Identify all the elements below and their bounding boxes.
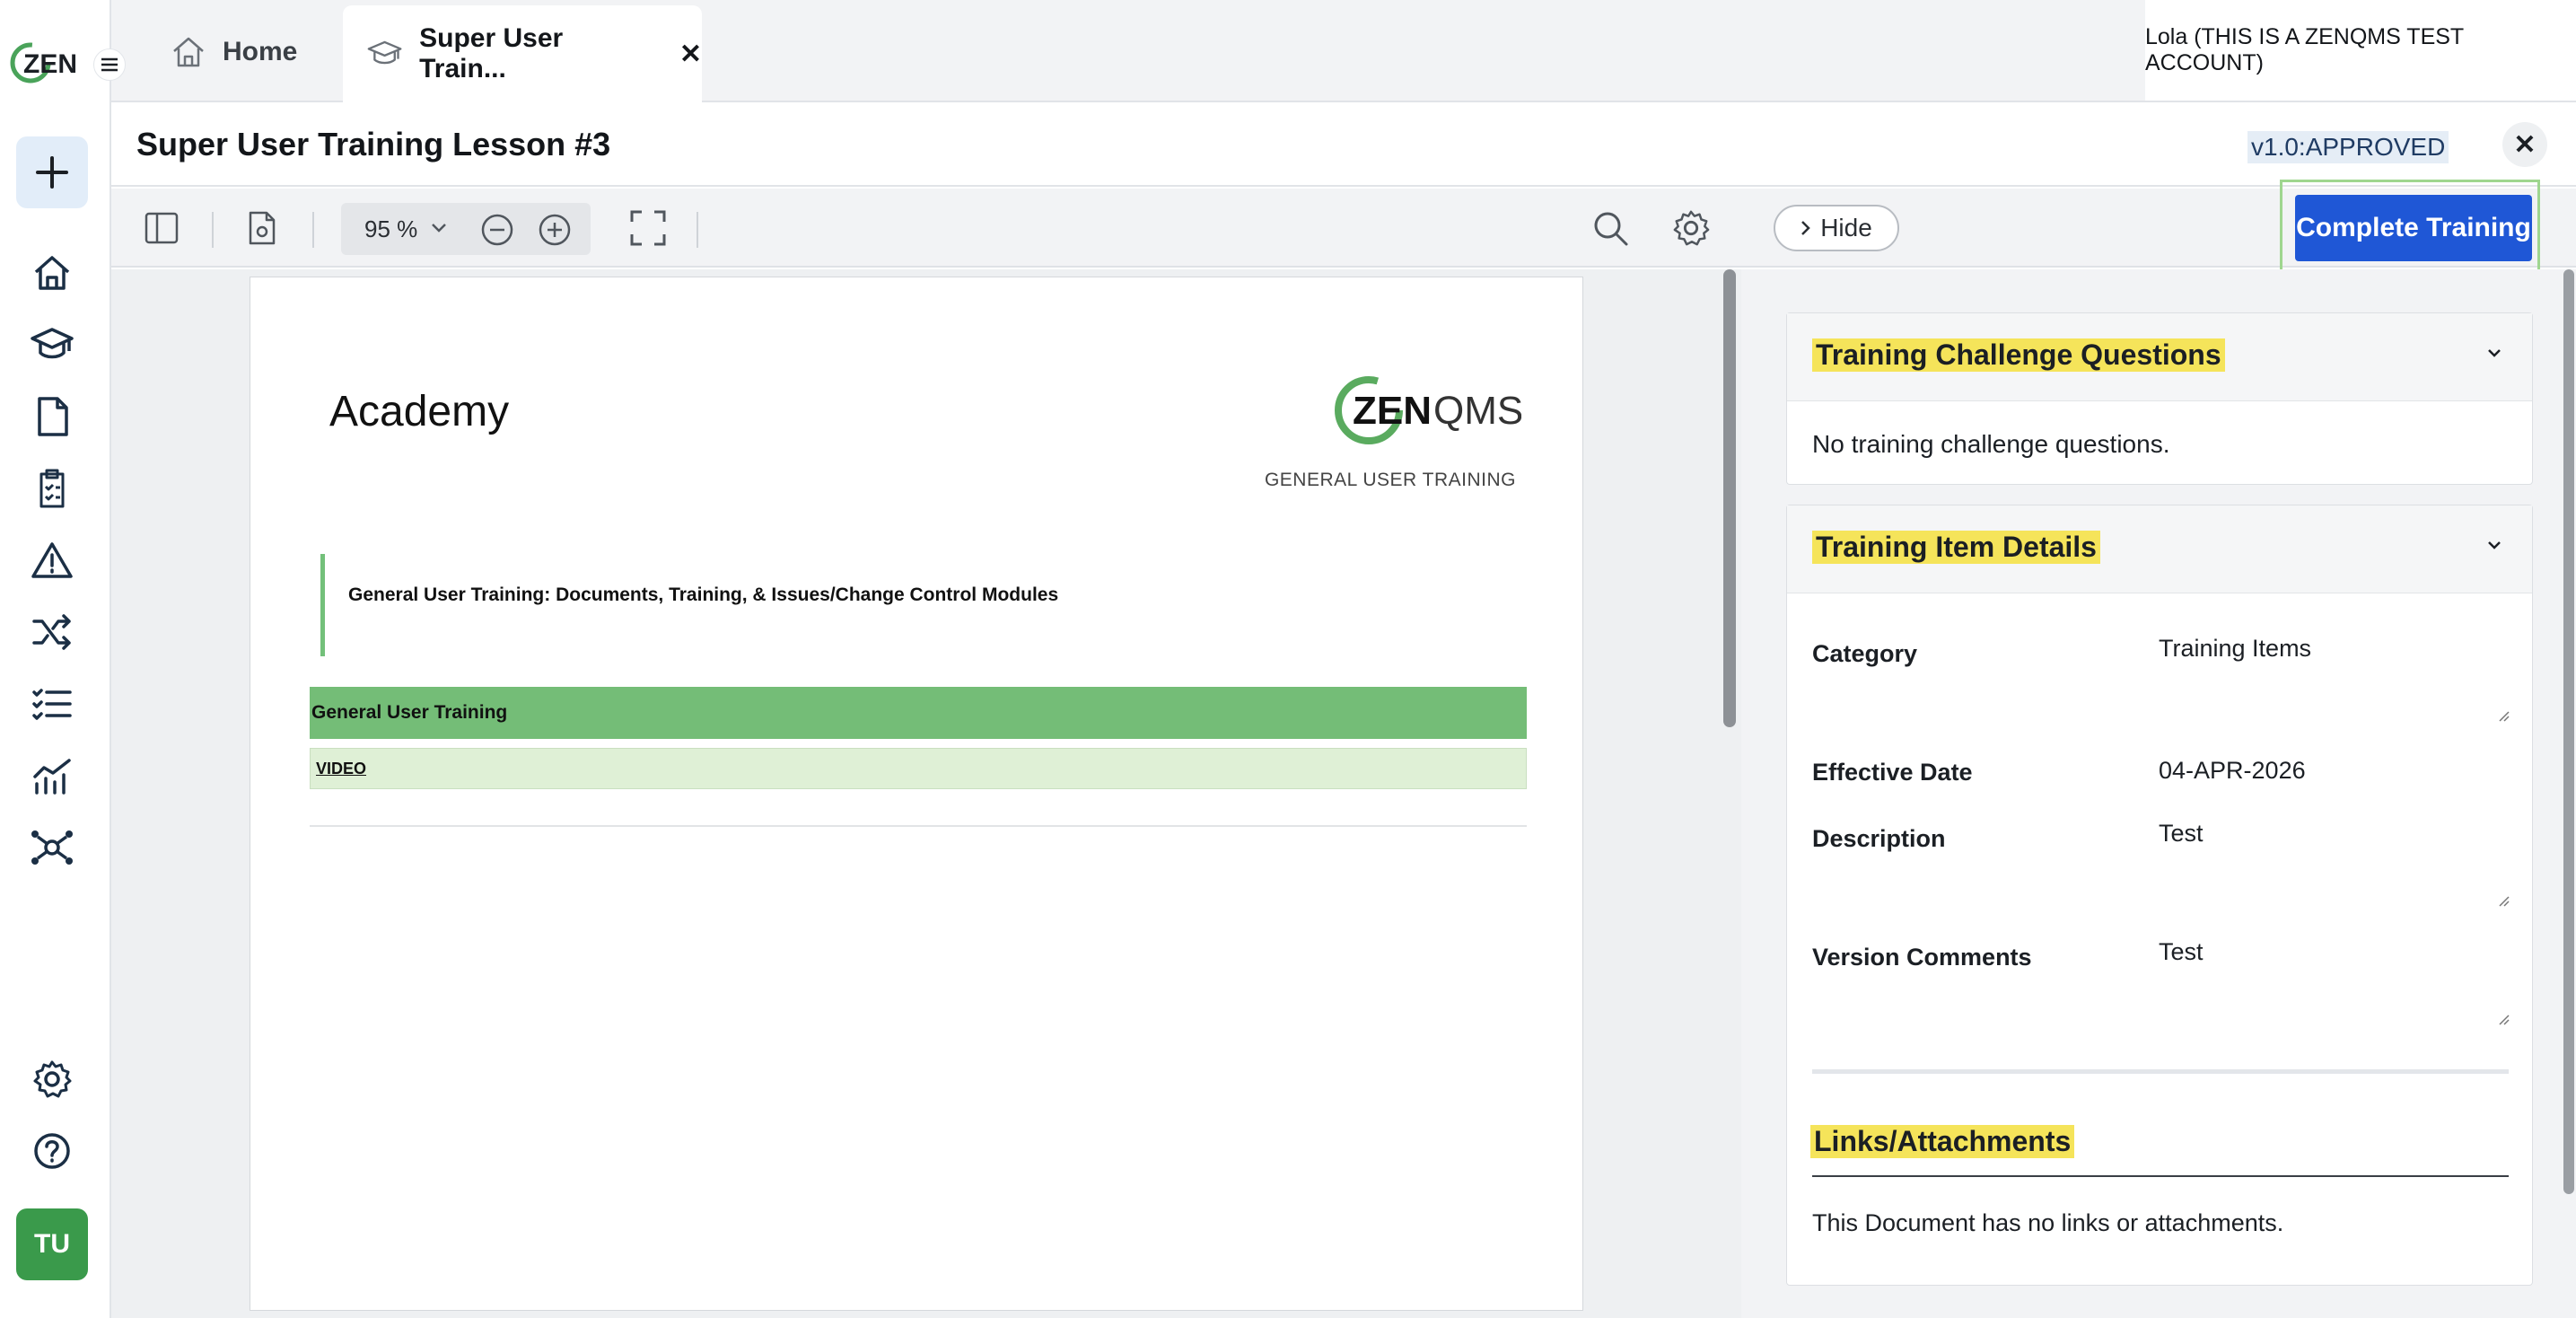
plus-icon — [36, 156, 68, 189]
fullscreen-icon[interactable] — [625, 205, 671, 251]
effective-date-label: Effective Date — [1812, 759, 1973, 786]
category-label: Category — [1812, 640, 1918, 667]
hide-panel-label: Hide — [1820, 214, 1872, 242]
clipboard-checklist-icon[interactable] — [27, 463, 77, 514]
zenqms-logo: ZEN QMS — [1333, 374, 1523, 446]
user-account-menu[interactable]: Lola (THIS IS A ZENQMS TEST ACCOUNT) — [2145, 0, 2576, 101]
pdf-video-row: VIDEO — [310, 748, 1527, 789]
chevron-right-icon — [1801, 221, 1810, 235]
version-comments-label: Version Comments — [1812, 944, 2032, 971]
links-attachments-empty: This Document has no links or attachment… — [1812, 1209, 2284, 1236]
create-button[interactable] — [16, 136, 88, 208]
page-title: Super User Training Lesson #3 — [136, 126, 611, 163]
app-root: ZEN TU Home Super User Train... ✕ Lola (… — [0, 0, 2576, 1318]
document-header: Super User Training Lesson #3 v1.0:APPRO… — [111, 102, 2576, 187]
network-hub-icon[interactable] — [27, 822, 77, 873]
hide-panel-button[interactable]: Hide — [1774, 205, 1899, 251]
resize-handle-icon[interactable] — [2496, 893, 2510, 908]
zoom-control: 95 % — [341, 203, 591, 255]
challenge-questions-card: Training Challenge Questions No training… — [1786, 312, 2533, 485]
training-item-details-header[interactable]: Training Item Details — [1787, 505, 2532, 593]
sidebar-toggle-icon[interactable] — [138, 205, 185, 251]
chevron-down-icon[interactable] — [2484, 534, 2505, 556]
toolbar-divider — [697, 212, 698, 248]
svg-text:QMS: QMS — [1433, 389, 1521, 433]
home-icon[interactable] — [27, 248, 77, 298]
tab-super-user-training[interactable]: Super User Train... ✕ — [343, 5, 702, 102]
tab-home-label: Home — [223, 37, 298, 66]
home-icon — [173, 37, 204, 67]
checklist-icon[interactable] — [27, 679, 77, 729]
graduation-cap-icon — [367, 40, 402, 65]
complete-training-button[interactable]: Complete Training — [2295, 195, 2532, 261]
svg-text:ZEN: ZEN — [1353, 389, 1432, 433]
settings-gear-icon[interactable] — [27, 1054, 77, 1104]
zoom-in-icon[interactable] — [537, 212, 573, 248]
search-icon[interactable] — [1587, 205, 1634, 251]
help-icon[interactable] — [27, 1126, 77, 1176]
challenge-questions-empty: No training challenge questions. — [1812, 430, 2170, 458]
document-icon[interactable] — [27, 391, 77, 442]
document-settings-icon[interactable] — [239, 205, 285, 251]
chevron-down-icon[interactable] — [2484, 342, 2505, 364]
tab-close-icon[interactable]: ✕ — [679, 39, 702, 70]
zoom-out-icon[interactable] — [479, 212, 515, 248]
close-document-button[interactable]: ✕ — [2502, 122, 2547, 167]
version-status-badge[interactable]: v1.0:APPROVED — [2247, 131, 2449, 163]
viewer-scrollbar[interactable] — [1723, 269, 1736, 727]
training-item-details-title: Training Item Details — [1812, 531, 2100, 564]
description-value[interactable]: Test — [2159, 820, 2204, 848]
user-avatar[interactable]: TU — [16, 1208, 88, 1280]
graduation-cap-icon[interactable] — [27, 320, 77, 370]
complete-training-highlight: Complete Training — [2280, 180, 2540, 278]
training-item-details-card: Training Item Details Category Training … — [1786, 505, 2533, 1286]
chevron-down-icon[interactable] — [431, 223, 447, 233]
pdf-subtitle: GENERAL USER TRAINING — [1264, 470, 1516, 490]
effective-date-value: 04-APR-2026 — [2159, 757, 2306, 784]
section-divider — [1812, 1069, 2509, 1074]
gear-icon[interactable] — [1668, 205, 1714, 251]
challenge-questions-header[interactable]: Training Challenge Questions — [1787, 313, 2532, 401]
tab-bar: Home Super User Train... ✕ Lola (THIS IS… — [111, 0, 2576, 102]
zen-logo-mark: ZEN — [10, 42, 77, 83]
hamburger-icon — [101, 57, 118, 72]
tab-active-label: Super User Train... — [419, 23, 564, 83]
links-attachments-rule — [1812, 1175, 2509, 1177]
challenge-questions-title: Training Challenge Questions — [1812, 338, 2225, 372]
toolbar-divider — [312, 212, 314, 248]
category-value[interactable]: Training Items — [2159, 635, 2311, 663]
video-link[interactable]: VIDEO — [316, 760, 366, 778]
zen-logo[interactable]: ZEN — [7, 34, 79, 92]
menu-toggle-button[interactable] — [93, 48, 126, 81]
pdf-divider — [310, 825, 1527, 827]
links-attachments-title: Links/Attachments — [1810, 1125, 2075, 1158]
panel-scrollbar[interactable] — [2563, 269, 2574, 1194]
analytics-chart-icon[interactable] — [27, 751, 77, 801]
user-name: Lola (THIS IS A ZENQMS TEST ACCOUNT) — [2145, 24, 2464, 75]
zoom-select[interactable]: 95 % — [364, 215, 417, 243]
resize-handle-icon[interactable] — [2496, 1012, 2510, 1026]
pdf-section-row: General User Training — [310, 687, 1527, 739]
warning-icon[interactable] — [27, 535, 77, 585]
toolbar-divider — [212, 212, 214, 248]
svg-text:ZEN: ZEN — [23, 49, 77, 79]
resize-handle-icon[interactable] — [2496, 708, 2510, 723]
pdf-heading: Academy — [329, 388, 510, 435]
pdf-quote-block: General User Training: Documents, Traini… — [320, 554, 1487, 656]
tab-home[interactable]: Home — [171, 27, 297, 77]
version-comments-value[interactable]: Test — [2159, 938, 2204, 966]
shuffle-icon[interactable] — [27, 607, 77, 657]
viewer-toolbar: 95 % Hide Complete Training — [111, 180, 2576, 278]
pdf-page: Academy ZEN QMS GENERAL USER TRAINING Ge… — [250, 277, 1583, 1311]
description-label: Description — [1812, 825, 1946, 852]
left-rail: ZEN TU — [0, 0, 111, 1318]
